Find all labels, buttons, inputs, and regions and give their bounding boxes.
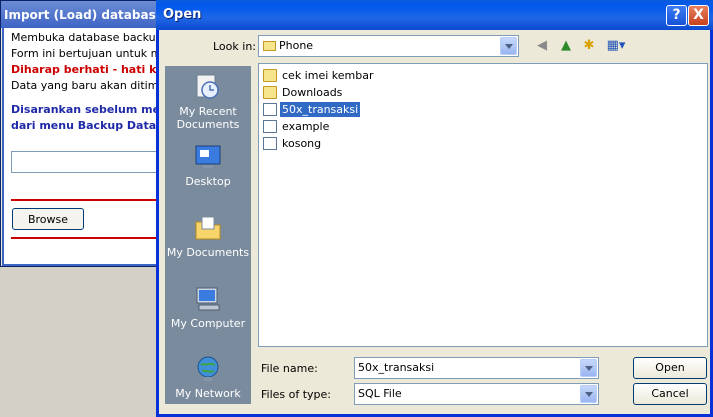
my-network-icon	[197, 356, 219, 381]
folder-icon	[263, 41, 276, 51]
file-icon	[263, 136, 277, 150]
my-computer-icon	[196, 287, 220, 311]
list-item[interactable]: Downloads	[263, 85, 344, 101]
chevron-down-icon[interactable]	[580, 385, 597, 403]
info-text: Membuka database backup ya	[11, 31, 180, 44]
open-button[interactable]: Open	[633, 357, 707, 379]
file-name-value: 50x_transaksi	[358, 361, 435, 374]
file-icon	[263, 119, 277, 133]
up-folder-icon[interactable]: ▲	[557, 38, 575, 54]
chevron-down-icon[interactable]	[500, 37, 517, 55]
place-my-documents[interactable]: My Documents	[165, 213, 251, 259]
view-menu-icon[interactable]: ▦▾	[604, 38, 628, 54]
chevron-down-icon[interactable]	[580, 359, 597, 377]
file-type-label: Files of type:	[261, 388, 332, 401]
place-my-network[interactable]: My Network	[165, 354, 251, 400]
my-documents-icon	[195, 216, 221, 240]
list-item[interactable]: kosong	[263, 136, 323, 152]
back-icon[interactable]: ◀	[533, 38, 551, 54]
place-label: My Recent	[179, 105, 237, 118]
look-in-label: Look in:	[213, 40, 256, 53]
desktop-icon	[195, 145, 221, 168]
warning-text: Diharap berhati - hati kar	[11, 63, 170, 76]
place-label: Desktop	[185, 175, 231, 188]
list-item[interactable]: 50x_transaksi	[263, 101, 361, 118]
file-icon	[263, 102, 277, 116]
dialog-titlebar: Open ? X	[156, 0, 713, 30]
file-name-field[interactable]: 50x_transaksi	[354, 357, 599, 379]
close-button[interactable]: X	[688, 5, 709, 26]
new-folder-icon[interactable]: ✱	[580, 38, 598, 54]
place-my-computer[interactable]: My Computer	[165, 284, 251, 330]
dialog-title: Open	[163, 7, 202, 22]
folder-icon	[263, 85, 277, 99]
file-type-value: SQL File	[358, 387, 402, 400]
list-item[interactable]: cek imei kembar	[263, 68, 375, 84]
recent-documents-icon	[196, 74, 219, 99]
look-in-dropdown[interactable]: Phone	[258, 35, 519, 57]
place-my-recent-documents[interactable]: My Recent Documents	[165, 72, 251, 131]
browse-button[interactable]: Browse	[12, 208, 84, 230]
file-type-dropdown[interactable]: SQL File	[354, 383, 599, 405]
place-label: Documents	[176, 118, 240, 131]
advice-text: dari menu Backup Databa	[11, 119, 172, 132]
place-label: My Computer	[170, 317, 246, 330]
cancel-button[interactable]: Cancel	[633, 383, 707, 405]
file-list[interactable]: cek imei kembar Downloads 50x_transaksi …	[258, 63, 708, 347]
place-label: My Network	[175, 387, 241, 400]
list-item[interactable]: example	[263, 119, 331, 135]
help-button[interactable]: ?	[666, 5, 687, 26]
advice-text: Disarankan sebelum mela	[11, 103, 172, 116]
place-desktop[interactable]: Desktop	[165, 142, 251, 188]
place-label: My Documents	[166, 246, 250, 259]
file-name-label: File name:	[261, 362, 318, 375]
folder-icon	[263, 68, 277, 82]
look-in-value: Phone	[279, 39, 314, 52]
